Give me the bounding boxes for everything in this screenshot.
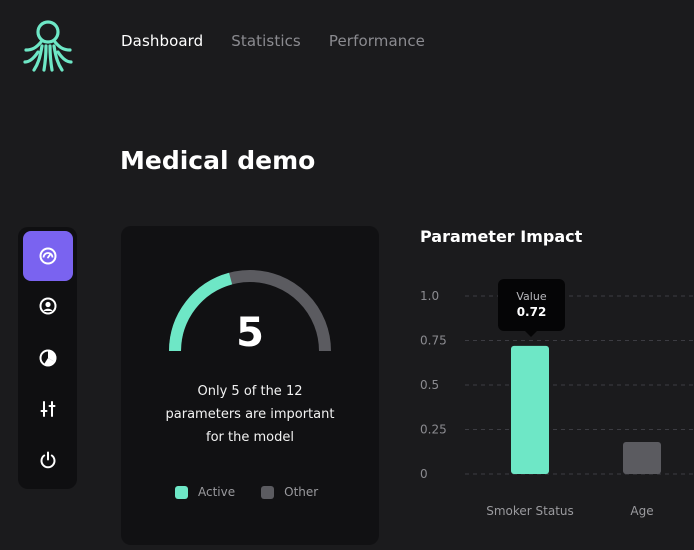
legend-label: Active bbox=[198, 485, 236, 499]
card-description: Only 5 of the 12 parameters are importan… bbox=[141, 380, 359, 449]
summary-card: 5 Only 5 of the 12 parameters are import… bbox=[121, 226, 379, 545]
tooltip-label: Value bbox=[516, 290, 547, 303]
nav-statistics[interactable]: Statistics bbox=[231, 32, 301, 50]
bar bbox=[623, 441, 661, 474]
x-tick-label: Age bbox=[630, 504, 653, 518]
legend-item-other: Other bbox=[261, 485, 318, 499]
legend-item-active: Active bbox=[175, 485, 235, 499]
x-tick-label: Smoker Status bbox=[486, 504, 574, 518]
y-tick-label: 0 bbox=[420, 467, 428, 481]
gauge-icon bbox=[39, 247, 57, 265]
chart-title: Parameter Impact bbox=[420, 227, 583, 246]
y-tick-label: 1.0 bbox=[420, 289, 439, 303]
gauge-legend: Active Other bbox=[175, 485, 318, 499]
sidebar bbox=[18, 227, 77, 489]
legend-swatch bbox=[175, 485, 188, 499]
description-line: parameters are important bbox=[165, 407, 335, 422]
y-tick-label: 0.25 bbox=[420, 423, 447, 437]
y-tick-label: 0.5 bbox=[420, 378, 439, 392]
octopus-logo-icon bbox=[23, 20, 73, 72]
legend-swatch bbox=[261, 485, 275, 499]
legend-label: Other bbox=[284, 485, 319, 499]
description-line: for the model bbox=[206, 430, 294, 445]
bar bbox=[511, 345, 549, 474]
nav-dashboard[interactable]: Dashboard bbox=[121, 32, 203, 50]
gauge-value: 5 bbox=[236, 310, 264, 356]
sidebar-item-dashboard[interactable] bbox=[23, 231, 73, 281]
pie-chart-icon bbox=[39, 349, 57, 367]
sidebar-item-settings[interactable] bbox=[23, 384, 73, 434]
page-title: Medical demo bbox=[120, 146, 316, 175]
tooltip-value: 0.72 bbox=[516, 305, 547, 319]
nav-performance[interactable]: Performance bbox=[329, 32, 425, 50]
sliders-icon bbox=[40, 401, 56, 417]
user-icon bbox=[39, 297, 57, 315]
power-icon bbox=[40, 451, 56, 469]
sidebar-item-profile[interactable] bbox=[23, 281, 73, 331]
sidebar-item-logout[interactable] bbox=[23, 435, 73, 485]
sidebar-item-analytics[interactable] bbox=[23, 333, 73, 383]
description-line: Only 5 of the 12 bbox=[197, 384, 303, 399]
chart-tooltip: Value 0.72 bbox=[498, 279, 565, 337]
top-nav: Dashboard Statistics Performance bbox=[121, 32, 425, 50]
y-tick-label: 0.75 bbox=[420, 334, 447, 348]
